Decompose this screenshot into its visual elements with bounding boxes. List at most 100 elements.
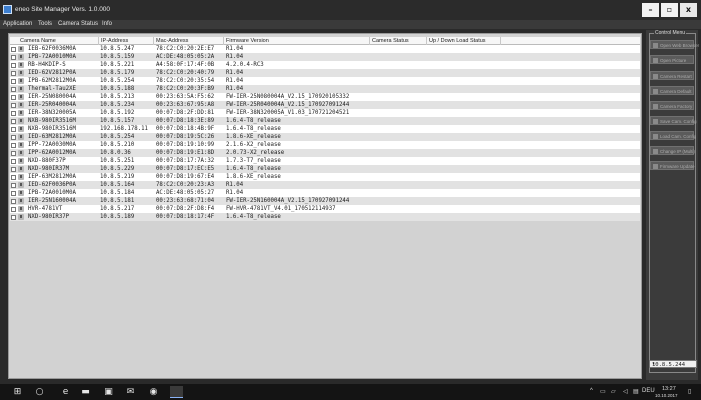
table-row[interactable]: IER-38N320005A 10.8.5.192 00:07:D8:2F:DD:8… <box>10 109 640 117</box>
mac-cell: A4:58:0F:17:4F:0B <box>156 62 215 68</box>
row-checkbox[interactable] <box>11 78 16 84</box>
open-picture-button[interactable]: Open Picture <box>650 55 694 64</box>
camera-table: Camera Name IP-Address Mac-Address Firmw… <box>10 37 640 221</box>
row-checkbox[interactable] <box>11 110 16 116</box>
row-checkbox[interactable] <box>11 166 16 172</box>
close-button[interactable]: x <box>680 3 697 17</box>
camera-restart-button[interactable]: Camera Restart <box>650 71 694 80</box>
minimize-button[interactable]: – <box>642 3 659 17</box>
search-icon[interactable]: ○ <box>34 387 45 397</box>
open-web-browser-button[interactable]: Open Web Browser <box>650 40 699 49</box>
row-checkbox[interactable] <box>11 174 16 180</box>
table-row[interactable]: IED-62V2812P0A 10.8.5.179 78:C2:C0:20:40:7… <box>10 69 640 77</box>
row-checkbox[interactable] <box>11 86 16 92</box>
network-tray-icon[interactable]: ▭ <box>600 388 606 395</box>
table-row[interactable]: IED-62F0036P0A 10.8.5.164 78:C2:C0:20:23:A… <box>10 181 640 189</box>
firmware-update-button[interactable]: Firmware Update <box>650 161 695 170</box>
row-checkbox[interactable] <box>11 158 16 164</box>
menu-bar: Application Tools Camera Status Info <box>0 20 701 29</box>
clock-date[interactable]: 10.10.2017 <box>655 393 678 398</box>
camera-icon <box>18 54 24 60</box>
tray-chevron-icon[interactable]: ^ <box>590 388 593 394</box>
table-row[interactable]: IEB-62F0036M0A 10.8.5.247 78:C2:C0:20:2E:E… <box>10 45 640 53</box>
save-config-button[interactable]: Save Cam. Config <box>650 116 697 125</box>
maximize-button[interactable]: ▫ <box>661 3 678 17</box>
menu-info[interactable]: Info <box>102 21 112 27</box>
mac-cell: 00:07:D8:18:3E:89 <box>156 118 215 124</box>
globe-icon <box>653 42 658 48</box>
table-row[interactable]: IER-25N080004A 10.8.5.213 00:23:63:5A:F5:6… <box>10 93 640 101</box>
row-checkbox[interactable] <box>11 70 16 76</box>
change-ip-button[interactable]: Change IP (Multi) <box>650 146 695 155</box>
table-row[interactable]: IPB-72A0010M0A 10.8.5.184 AC:DE:48:05:05:2… <box>10 189 640 197</box>
ip-cell: 10.8.5.181 <box>100 198 135 204</box>
row-checkbox[interactable] <box>11 54 16 60</box>
table-row[interactable]: IPP-62A0012M0A 10.8.0.36 00:07:D8:19:E1:8D… <box>10 149 640 157</box>
table-row[interactable]: IPB-62M2812M0A 10.8.5.254 78:C2:C0:20:35:5… <box>10 77 640 85</box>
menu-tools[interactable]: Tools <box>38 21 52 27</box>
camera-name-cell: IPB-72A0010M0A <box>28 190 76 196</box>
row-checkbox[interactable] <box>11 206 16 212</box>
table-row[interactable]: HVR-4781VT 10.8.5.217 00:07:D8:2F:D8:F4 FW-… <box>10 205 640 213</box>
table-row[interactable]: NXD-980IR37M 10.8.5.229 00:07:D8:17:EC:E5 1… <box>10 165 640 173</box>
row-checkbox[interactable] <box>11 190 16 196</box>
col-camera-status[interactable]: Camera Status <box>372 38 409 44</box>
edge-icon[interactable]: e <box>60 387 71 397</box>
volume-tray-icon[interactable]: ◁ <box>623 388 628 395</box>
keyboard-tray-icon[interactable]: ▤ <box>633 388 639 395</box>
table-row[interactable]: NXD-880F37P 10.8.5.251 00:07:D8:17:7A:32 1.… <box>10 157 640 165</box>
table-row[interactable]: NXB-980IR3516M 192.168.178.11 00:07:D8:18:… <box>10 125 640 133</box>
row-checkbox[interactable] <box>11 94 16 100</box>
explorer-icon[interactable]: ▬ <box>80 387 91 397</box>
ip-cell: 10.8.5.188 <box>100 86 135 92</box>
table-row[interactable]: RB-H4KDIP-S 10.8.5.221 A4:58:0F:17:4F:0B 4.… <box>10 61 640 69</box>
ip-select[interactable]: 10.8.5.244 ▾ <box>649 360 697 368</box>
col-ip-address[interactable]: IP-Address <box>101 38 128 44</box>
mac-cell: 00:07:D8:18:4B:9F <box>156 126 215 132</box>
title-bar: eneo Site Manager Vers. 1.0.000 – ▫ x <box>0 0 701 20</box>
row-checkbox[interactable] <box>11 198 16 204</box>
active-app-icon[interactable] <box>170 386 183 398</box>
table-row[interactable]: IER-25R040004A 10.8.5.234 00:23:63:67:95:A… <box>10 101 640 109</box>
table-row[interactable]: NXD-980IR37P 10.8.5.189 00:07:D8:18:17:4F 1… <box>10 213 640 221</box>
language-indicator[interactable]: DEU <box>642 388 655 394</box>
clock-time[interactable]: 13:27 <box>662 386 676 392</box>
row-checkbox[interactable] <box>11 214 16 220</box>
row-checkbox[interactable] <box>11 150 16 156</box>
windows-icon[interactable]: ⊞ <box>12 387 23 397</box>
camera-factory-button[interactable]: Camera Factory <box>650 101 694 110</box>
row-checkbox[interactable] <box>11 182 16 188</box>
mac-cell: 00:07:D8:19:5C:26 <box>156 134 215 140</box>
mail-icon[interactable]: ✉ <box>125 387 136 397</box>
col-transfer-status[interactable]: Up / Down Load Status <box>429 38 486 44</box>
notification-icon[interactable]: ▯ <box>688 388 691 395</box>
col-firmware-version[interactable]: Firmware Version <box>226 38 269 44</box>
firmware-icon <box>653 163 658 169</box>
row-checkbox[interactable] <box>11 126 16 132</box>
table-row[interactable]: IER-25N160004A 10.8.5.181 00:23:63:68:71:0… <box>10 197 640 205</box>
table-row[interactable]: Thermal-Tau2XE 10.8.5.188 78:C2:C0:20:3F:B… <box>10 85 640 93</box>
table-row[interactable]: IEP-63M2812M0A 10.8.5.219 00:07:D8:19:67:E… <box>10 173 640 181</box>
firmware-cell: 1.7.3-T7_release <box>226 158 281 164</box>
row-checkbox[interactable] <box>11 62 16 68</box>
row-checkbox[interactable] <box>11 134 16 140</box>
camera-default-button[interactable]: Camera Default <box>650 86 694 95</box>
row-checkbox[interactable] <box>11 142 16 148</box>
display-tray-icon[interactable]: ▱ <box>611 388 616 395</box>
load-config-button[interactable]: Load Cam. Config <box>650 131 696 140</box>
col-camera-name[interactable]: Camera Name <box>20 38 56 44</box>
menu-application[interactable]: Application <box>3 21 32 27</box>
table-row[interactable]: IED-63M2812M0A 10.8.5.254 00:07:D8:19:5C:2… <box>10 133 640 141</box>
col-mac-address[interactable]: Mac-Address <box>156 38 188 44</box>
menu-camera-status[interactable]: Camera Status <box>58 21 98 27</box>
chrome-icon[interactable]: ◉ <box>148 387 159 397</box>
table-row[interactable]: NXB-980IR3516M 10.8.5.157 00:07:D8:18:3E:8… <box>10 117 640 125</box>
table-row[interactable]: IPP-72A0030M0A 10.8.5.210 00:07:D8:19:10:9… <box>10 141 640 149</box>
store-icon[interactable]: ▣ <box>103 387 114 397</box>
row-checkbox[interactable] <box>11 102 16 108</box>
row-checkbox[interactable] <box>11 46 16 52</box>
camera-name-cell: HVR-4781VT <box>28 206 63 212</box>
table-row[interactable]: IPB-72A0010M0A 10.8.5.159 AC:DE:48:05:05:2… <box>10 53 640 61</box>
firmware-cell: FW-IER-25R040004A_V2.15_170927091244 <box>226 102 350 108</box>
row-checkbox[interactable] <box>11 118 16 124</box>
